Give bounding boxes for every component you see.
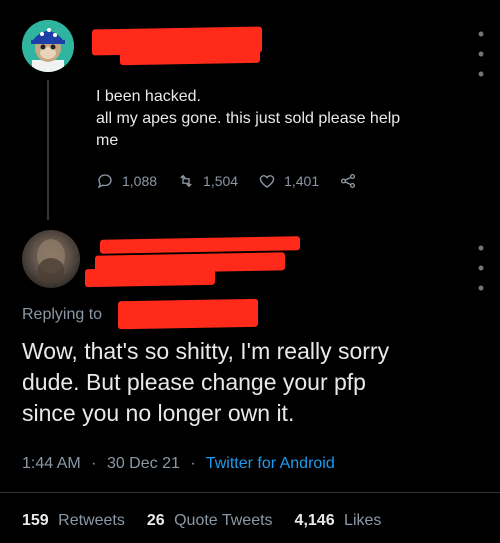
replying-to-label: Replying to [22, 306, 103, 323]
reply-count: 1,088 [122, 173, 158, 189]
separator-dot: · [190, 455, 196, 472]
likes-label: Likes [344, 512, 382, 529]
like-count: 1,401 [284, 173, 320, 189]
more-options-icon[interactable]: ••• [471, 24, 491, 84]
retweet-count: 1,504 [203, 173, 239, 189]
tweet-text-line: all my apes gone. this just sold please … [96, 110, 401, 127]
reply-button[interactable]: 1,088 [96, 172, 157, 190]
likes-value: 4,146 [294, 512, 335, 529]
quote-tweets-stat[interactable]: 26 Quote Tweets [147, 512, 273, 530]
redacted-reply-handle [118, 298, 258, 330]
tweet-text-line: me [96, 132, 119, 149]
thread-connector-line [47, 80, 49, 220]
tweet-date[interactable]: 30 Dec 21 [107, 455, 180, 472]
tweet-time[interactable]: 1:44 AM [22, 455, 81, 472]
retweets-value: 159 [22, 512, 49, 529]
more-options-icon[interactable]: ••• [471, 238, 491, 298]
retweets-label: Retweets [58, 512, 125, 529]
retweet-button[interactable]: 1,504 [177, 172, 238, 190]
redacted-handle [120, 48, 260, 66]
divider [0, 492, 500, 493]
share-button[interactable] [339, 172, 365, 190]
profile-photo-icon [37, 239, 65, 282]
tweet-text-line: since you no longer own it. [22, 400, 295, 426]
retweet-icon [180, 174, 192, 188]
tweet-meta: 1:44 AM · 30 Dec 21 · Twitter for Androi… [22, 455, 341, 473]
redacted-display-name [100, 236, 300, 254]
tweet-text-line: dude. But please change your pfp [22, 369, 366, 395]
retweets-stat[interactable]: 159 Retweets [22, 512, 125, 530]
quote-tweets-value: 26 [146, 512, 165, 529]
reply-icon [97, 174, 112, 189]
ape-avatar-icon [22, 20, 74, 72]
tweet-text-line: I been hacked. [96, 88, 201, 105]
tweet-text: Wow, that's so shitty, I'm really sorry … [22, 336, 487, 429]
quote-tweets-label: Quote Tweets [174, 512, 273, 529]
share-icon [341, 173, 356, 189]
redacted-handle [85, 266, 215, 288]
like-button[interactable]: 1,401 [258, 172, 319, 190]
heart-icon [259, 175, 275, 188]
separator-dot: · [91, 455, 97, 472]
tweet-client-link[interactable]: Twitter for Android [206, 455, 335, 472]
tweet-actions: 1,088 1,504 1,401 [96, 172, 385, 190]
tweet-text: I been hacked. all my apes gone. this ju… [96, 86, 476, 152]
tweet-text-line: Wow, that's so shitty, I'm really sorry [22, 338, 390, 364]
avatar[interactable] [22, 20, 74, 72]
likes-stat[interactable]: 4,146 Likes [295, 512, 382, 530]
tweet-stats: 159 Retweets 26 Quote Tweets 4,146 Likes [22, 512, 403, 530]
avatar[interactable] [22, 230, 80, 288]
